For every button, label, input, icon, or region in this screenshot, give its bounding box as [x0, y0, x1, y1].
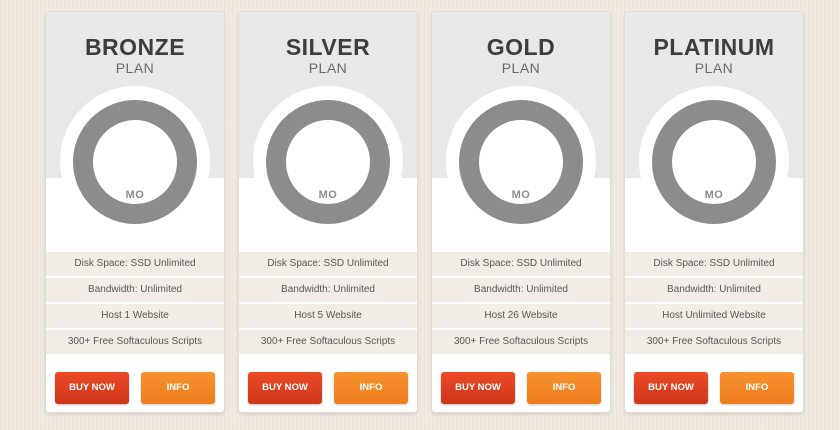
pricing-plans: BRONZE PLAN MO Disk Space: SSD Unlimited… — [0, 0, 840, 430]
plan-card-bronze: BRONZE PLAN MO Disk Space: SSD Unlimited… — [46, 12, 224, 412]
price-period-label: MO — [318, 189, 338, 201]
feature-bandwidth: Bandwidth: Unlimited — [46, 278, 224, 302]
feature-disk-space: Disk Space: SSD Unlimited — [46, 252, 224, 276]
buy-now-button[interactable]: BUY NOW — [634, 372, 708, 404]
plan-card-gold: GOLD PLAN MO Disk Space: SSD Unlimited B… — [432, 12, 610, 412]
feature-scripts: 300+ Free Softaculous Scripts — [46, 330, 224, 354]
plan-subtitle: PLAN — [308, 60, 348, 76]
feature-scripts: 300+ Free Softaculous Scripts — [239, 330, 417, 354]
price-ring — [73, 100, 197, 224]
buy-now-button[interactable]: BUY NOW — [248, 372, 322, 404]
plan-title: SILVER — [285, 34, 371, 60]
plan-title: GOLD — [486, 34, 556, 60]
price-ring — [652, 100, 776, 224]
feature-bandwidth: Bandwidth: Unlimited — [625, 278, 803, 302]
price-period-label: MO — [125, 189, 145, 201]
feature-disk-space: Disk Space: SSD Unlimited — [432, 252, 610, 276]
info-button[interactable]: INFO — [527, 372, 601, 404]
info-button[interactable]: INFO — [141, 372, 215, 404]
feature-websites: Host 5 Website — [239, 304, 417, 328]
price-ring — [459, 100, 583, 224]
feature-scripts: 300+ Free Softaculous Scripts — [432, 330, 610, 354]
buy-now-button[interactable]: BUY NOW — [441, 372, 515, 404]
price-period-label: MO — [704, 189, 724, 201]
feature-list: Disk Space: SSD Unlimited Bandwidth: Unl… — [239, 252, 417, 356]
feature-list: Disk Space: SSD Unlimited Bandwidth: Unl… — [432, 252, 610, 356]
feature-disk-space: Disk Space: SSD Unlimited — [239, 252, 417, 276]
plan-card-platinum: PLATINUM PLAN MO Disk Space: SSD Unlimit… — [625, 12, 803, 412]
plan-title: BRONZE — [84, 34, 186, 60]
plan-subtitle: PLAN — [694, 60, 734, 76]
plan-subtitle: PLAN — [501, 60, 541, 76]
feature-websites: Host Unlimited Website — [625, 304, 803, 328]
plan-title: PLATINUM — [653, 34, 775, 60]
feature-list: Disk Space: SSD Unlimited Bandwidth: Unl… — [625, 252, 803, 356]
price-ring — [266, 100, 390, 224]
plan-card-silver: SILVER PLAN MO Disk Space: SSD Unlimited… — [239, 12, 417, 412]
buy-now-button[interactable]: BUY NOW — [55, 372, 129, 404]
price-period-label: MO — [511, 189, 531, 201]
feature-bandwidth: Bandwidth: Unlimited — [432, 278, 610, 302]
info-button[interactable]: INFO — [720, 372, 794, 404]
feature-bandwidth: Bandwidth: Unlimited — [239, 278, 417, 302]
info-button[interactable]: INFO — [334, 372, 408, 404]
feature-scripts: 300+ Free Softaculous Scripts — [625, 330, 803, 354]
feature-websites: Host 1 Website — [46, 304, 224, 328]
feature-disk-space: Disk Space: SSD Unlimited — [625, 252, 803, 276]
feature-list: Disk Space: SSD Unlimited Bandwidth: Unl… — [46, 252, 224, 356]
plan-subtitle: PLAN — [115, 60, 155, 76]
feature-websites: Host 26 Website — [432, 304, 610, 328]
